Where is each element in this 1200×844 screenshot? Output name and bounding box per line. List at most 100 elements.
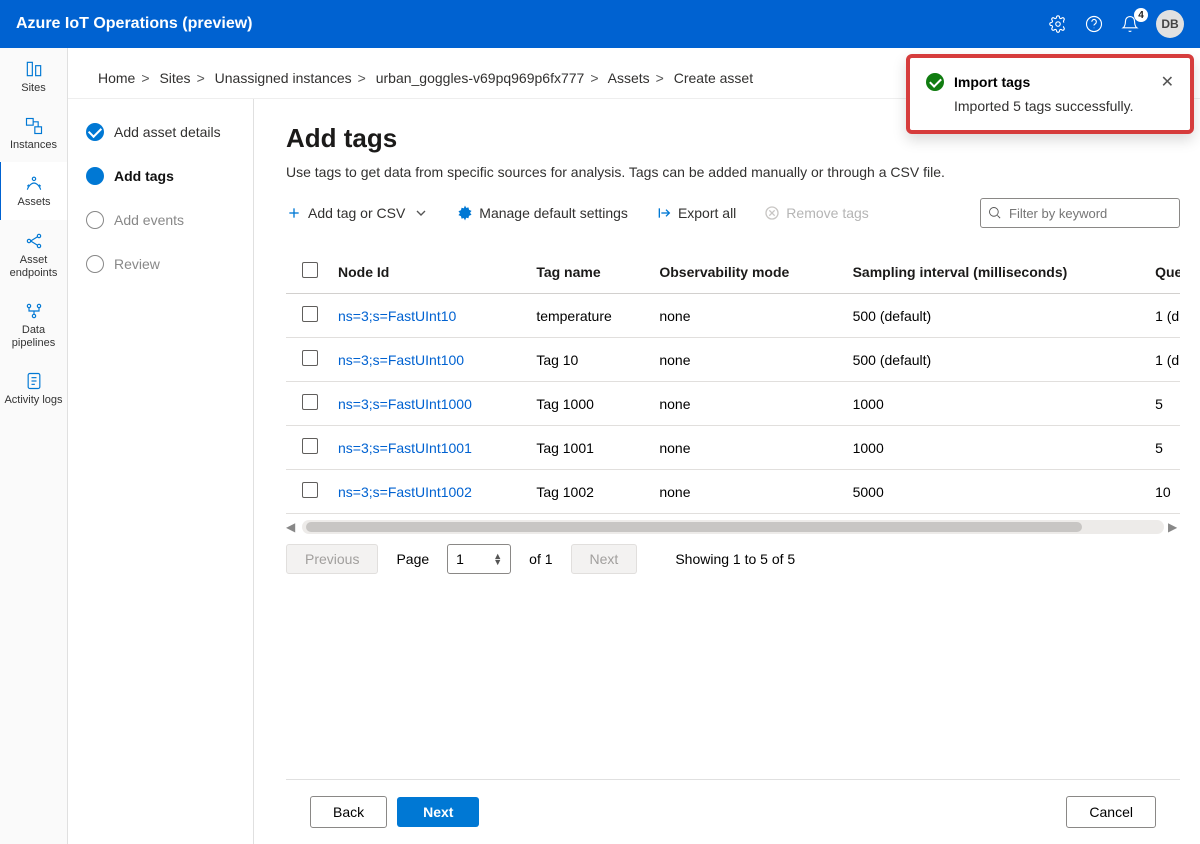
next-button[interactable]: Next: [397, 797, 479, 827]
wizard-steps: Add asset details Add tags Add events Re…: [68, 99, 254, 844]
rail-item-data-pipelines[interactable]: Data pipelines: [0, 290, 67, 360]
back-button[interactable]: Back: [310, 796, 387, 828]
next-page-button: Next: [571, 544, 638, 574]
search-icon: [987, 205, 1002, 220]
queue-cell: 1 (d: [1145, 338, 1180, 382]
filter-box: [980, 198, 1180, 228]
toast-body: Imported 5 tags successfully.: [926, 98, 1174, 114]
node-id-link[interactable]: ns=3;s=FastUInt1001: [338, 440, 472, 456]
success-icon: [926, 73, 944, 91]
scroll-track[interactable]: [302, 520, 1164, 534]
queue-cell: 5: [1145, 426, 1180, 470]
header-actions: 4 DB: [1048, 10, 1184, 38]
content: Home> Sites> Unassigned instances> urban…: [68, 48, 1200, 844]
row-checkbox[interactable]: [302, 482, 318, 498]
page-label: Page: [396, 551, 429, 567]
rail-label: Assets: [17, 196, 50, 209]
form-area: Add tags Use tags to get data from speci…: [254, 99, 1200, 844]
node-id-link[interactable]: ns=3;s=FastUInt10: [338, 308, 456, 324]
row-checkbox[interactable]: [302, 394, 318, 410]
close-icon[interactable]: ✕: [1161, 72, 1174, 92]
remove-tags-label: Remove tags: [786, 205, 868, 221]
crumb-current: Create asset: [674, 70, 753, 86]
sites-icon: [23, 58, 45, 80]
col-queue[interactable]: Que: [1145, 250, 1180, 294]
rail-item-activity-logs[interactable]: Activity logs: [0, 360, 67, 417]
col-sampling[interactable]: Sampling interval (milliseconds): [843, 250, 1146, 294]
cancel-button[interactable]: Cancel: [1066, 796, 1156, 828]
step-pending-icon: [86, 255, 104, 273]
step-add-asset-details[interactable]: Add asset details: [86, 123, 235, 141]
scroll-thumb[interactable]: [306, 522, 1082, 532]
sampling-cell: 5000: [843, 470, 1146, 514]
filter-input[interactable]: [980, 198, 1180, 228]
sampling-cell: 1000: [843, 382, 1146, 426]
step-label: Review: [114, 256, 160, 272]
step-add-events[interactable]: Add events: [86, 211, 235, 229]
scroll-right-icon[interactable]: ▶: [1168, 520, 1180, 534]
step-add-tags[interactable]: Add tags: [86, 167, 235, 185]
page-number-input[interactable]: 1 ▲▼: [447, 544, 511, 574]
export-all-button[interactable]: Export all: [656, 201, 736, 225]
horizontal-scrollbar[interactable]: ◀ ▶: [286, 520, 1180, 534]
app-title: Azure IoT Operations (preview): [16, 15, 1048, 33]
user-avatar[interactable]: DB: [1156, 10, 1184, 38]
settings-icon[interactable]: [1048, 14, 1068, 34]
step-pending-icon: [86, 211, 104, 229]
remove-tags-button: Remove tags: [764, 201, 868, 225]
rail-item-sites[interactable]: Sites: [0, 48, 67, 105]
add-tag-button[interactable]: Add tag or CSV: [286, 201, 429, 225]
step-label: Add asset details: [114, 124, 221, 140]
step-review[interactable]: Review: [86, 255, 235, 273]
table-row: ns=3;s=FastUInt10temperaturenone500 (def…: [286, 294, 1180, 338]
row-checkbox[interactable]: [302, 306, 318, 322]
tag-name-cell: Tag 10: [526, 338, 649, 382]
crumb[interactable]: Assets: [608, 70, 650, 86]
queue-cell: 1 (d: [1145, 294, 1180, 338]
col-tag-name[interactable]: Tag name: [526, 250, 649, 294]
observability-cell: none: [649, 294, 842, 338]
node-id-link[interactable]: ns=3;s=FastUInt1000: [338, 396, 472, 412]
rail-item-instances[interactable]: Instances: [0, 105, 67, 162]
pagination: Previous Page 1 ▲▼ of 1 Next Showing 1 t…: [286, 544, 1180, 574]
help-icon[interactable]: [1084, 14, 1104, 34]
col-observability[interactable]: Observability mode: [649, 250, 842, 294]
row-checkbox[interactable]: [302, 438, 318, 454]
assets-icon: [23, 172, 45, 194]
observability-cell: none: [649, 338, 842, 382]
asset-endpoints-icon: [23, 230, 45, 252]
observability-cell: none: [649, 470, 842, 514]
sampling-cell: 500 (default): [843, 338, 1146, 382]
rail-item-asset-endpoints[interactable]: Asset endpoints: [0, 220, 67, 290]
crumb[interactable]: Unassigned instances: [215, 70, 352, 86]
observability-cell: none: [649, 426, 842, 470]
toolbar: Add tag or CSV Manage default settings E…: [286, 198, 1180, 228]
queue-cell: 5: [1145, 382, 1180, 426]
step-label: Add tags: [114, 168, 174, 184]
manage-defaults-label: Manage default settings: [479, 205, 628, 221]
spinner-icon[interactable]: ▲▼: [493, 553, 502, 565]
step-label: Add events: [114, 212, 184, 228]
col-node-id[interactable]: Node Id: [328, 250, 526, 294]
notification-count-badge: 4: [1134, 8, 1148, 22]
remove-icon: [764, 205, 780, 221]
rail-item-assets[interactable]: Assets: [0, 162, 67, 219]
select-all-checkbox[interactable]: [302, 262, 318, 278]
previous-button: Previous: [286, 544, 378, 574]
activity-logs-icon: [23, 370, 45, 392]
row-checkbox[interactable]: [302, 350, 318, 366]
manage-defaults-button[interactable]: Manage default settings: [457, 201, 628, 225]
rail-label: Activity logs: [4, 394, 62, 407]
node-id-link[interactable]: ns=3;s=FastUInt1002: [338, 484, 472, 500]
nav-rail: Sites Instances Assets Asset endpoints D…: [0, 48, 68, 844]
notifications-icon[interactable]: 4: [1120, 14, 1140, 34]
add-tag-label: Add tag or CSV: [308, 205, 405, 221]
toast-title: Import tags: [954, 74, 1151, 90]
data-pipelines-icon: [23, 300, 45, 322]
crumb[interactable]: Home: [98, 70, 135, 86]
rail-label: Instances: [10, 139, 57, 152]
node-id-link[interactable]: ns=3;s=FastUInt100: [338, 352, 464, 368]
scroll-left-icon[interactable]: ◀: [286, 520, 298, 534]
crumb[interactable]: urban_goggles-v69pq969p6fx777: [376, 70, 585, 86]
crumb[interactable]: Sites: [159, 70, 190, 86]
